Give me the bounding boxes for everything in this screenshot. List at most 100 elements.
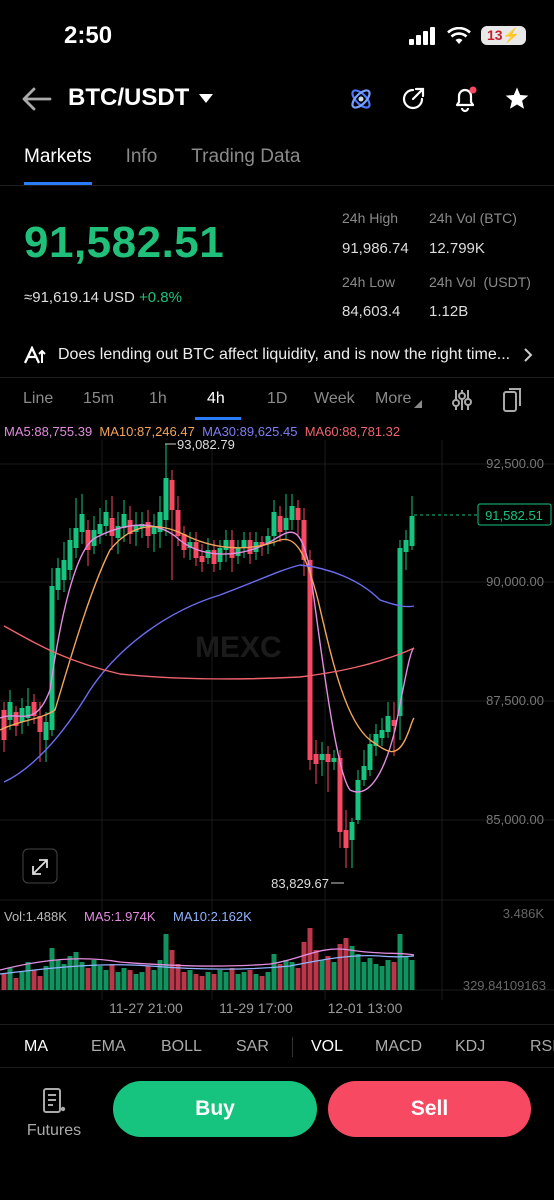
candle	[67, 540, 73, 570]
pair-selector[interactable]: BTC/USDT	[68, 84, 214, 112]
news-banner[interactable]: Does lending out BTC affect liquidity, a…	[24, 343, 534, 367]
volume-bar	[283, 960, 289, 990]
tab-markets[interactable]: Markets	[24, 146, 92, 185]
candle	[97, 524, 103, 534]
interval-more-label: More	[375, 390, 412, 407]
ind-kdj[interactable]: KDJ	[455, 1038, 485, 1056]
volume-bar	[271, 954, 277, 990]
volume-bar	[85, 968, 91, 990]
volume-bar	[103, 970, 109, 990]
volume-bar	[151, 970, 157, 990]
divider	[292, 1037, 293, 1057]
ind-sar[interactable]: SAR	[236, 1038, 269, 1056]
ai-assistant-icon[interactable]	[346, 84, 376, 114]
candle	[397, 548, 403, 716]
x-label: 11-27 21:00	[109, 1000, 183, 1016]
rotate-landscape-icon[interactable]	[501, 387, 523, 413]
vol-usdt-label: 24h Vol (USDT)	[429, 274, 531, 290]
vol-ma10: MA10:2.162K	[173, 909, 252, 924]
volume-bar	[259, 976, 265, 990]
ind-boll[interactable]: BOLL	[161, 1038, 202, 1056]
candle	[55, 568, 61, 590]
interval-week[interactable]: Week	[314, 390, 355, 408]
buy-button[interactable]: Buy	[113, 1081, 317, 1137]
volume-bar	[253, 974, 259, 990]
candle	[331, 758, 337, 762]
tab-trading-data[interactable]: Trading Data	[191, 146, 300, 185]
volume-bar	[235, 974, 241, 990]
ma5-value: MA5:88,755.39	[4, 424, 93, 439]
interval-4h[interactable]: 4h	[207, 390, 225, 408]
volume-bar	[169, 950, 175, 990]
volume-bar	[373, 964, 379, 990]
volume-bar	[229, 968, 235, 990]
wifi-icon	[447, 26, 471, 44]
candle	[7, 702, 13, 720]
price-approx-row: ≈91,619.14 USD +0.8%	[24, 289, 182, 306]
candlestick-chart[interactable]: MEXC 92,500.00 90,000.00 87,500.00 85,00…	[0, 440, 554, 1024]
candle	[1, 710, 7, 740]
active-interval-indicator	[195, 417, 241, 420]
sell-button[interactable]: Sell	[328, 1081, 531, 1137]
candle	[43, 722, 49, 740]
volume-bar	[67, 956, 73, 990]
volume-bar	[7, 968, 13, 990]
volume-bar	[211, 974, 217, 990]
alert-bell-icon[interactable]	[450, 84, 480, 114]
x-axis: 11-27 21:00 11-29 17:00 12-01 13:00	[109, 1000, 402, 1016]
volume-bar	[367, 958, 373, 990]
divider	[0, 185, 554, 186]
futures-button[interactable]: Futures	[22, 1086, 86, 1140]
ma60-value: MA60:88,781.32	[304, 424, 401, 439]
candle	[319, 754, 325, 760]
volume-bar	[217, 970, 223, 990]
vol-max: 3.486K	[503, 906, 545, 921]
ind-rsi[interactable]: RSI	[530, 1038, 554, 1056]
share-icon[interactable]	[398, 84, 428, 114]
volume-bar	[115, 972, 121, 990]
volume-bar	[13, 978, 19, 990]
ind-macd[interactable]: MACD	[375, 1038, 422, 1056]
status-time: 2:50	[64, 22, 113, 49]
back-arrow-icon[interactable]	[20, 84, 54, 114]
candle	[313, 754, 319, 764]
vol-min: 329.84109163	[463, 978, 546, 993]
volume-bar	[205, 972, 211, 990]
price-change: +0.8%	[138, 289, 182, 306]
x-label: 12-01 13:00	[328, 1000, 403, 1016]
volume-bar	[223, 972, 229, 990]
candle	[223, 540, 229, 550]
volume-bar	[379, 966, 385, 990]
expand-chart-button[interactable]	[22, 848, 58, 884]
candle	[385, 716, 391, 732]
volume-bar	[277, 964, 283, 990]
chevron-right-icon	[524, 348, 533, 362]
vol-usdt-value: 1.12B	[429, 303, 469, 320]
high-value: 91,986.74	[342, 240, 409, 257]
more-corner-icon	[414, 400, 423, 408]
volume-bar	[145, 966, 151, 990]
approx-currency: USD	[103, 289, 135, 306]
interval-more[interactable]: More	[375, 390, 423, 408]
candle	[379, 730, 385, 738]
ai-news-icon	[24, 346, 46, 364]
ind-vol[interactable]: VOL	[311, 1038, 343, 1056]
indicator-settings-icon[interactable]	[451, 388, 473, 412]
candle	[79, 514, 85, 532]
interval-1d[interactable]: 1D	[267, 390, 287, 408]
candle	[367, 744, 373, 770]
tab-info[interactable]: Info	[126, 146, 158, 185]
interval-line[interactable]: Line	[23, 390, 53, 408]
interval-15m[interactable]: 15m	[83, 390, 114, 408]
candle	[199, 556, 205, 562]
y-label: 92,500.00	[486, 456, 544, 471]
high-marker: 93,082.79	[177, 440, 235, 452]
ind-ma[interactable]: MA	[24, 1038, 48, 1056]
high-label: 24h High	[342, 210, 399, 226]
volume-bar	[31, 970, 37, 990]
favorite-star-icon[interactable]	[502, 84, 532, 114]
volume-bar	[265, 972, 271, 990]
ind-ema[interactable]: EMA	[91, 1038, 126, 1056]
interval-1h[interactable]: 1h	[149, 390, 167, 408]
volume-bar	[193, 974, 199, 990]
